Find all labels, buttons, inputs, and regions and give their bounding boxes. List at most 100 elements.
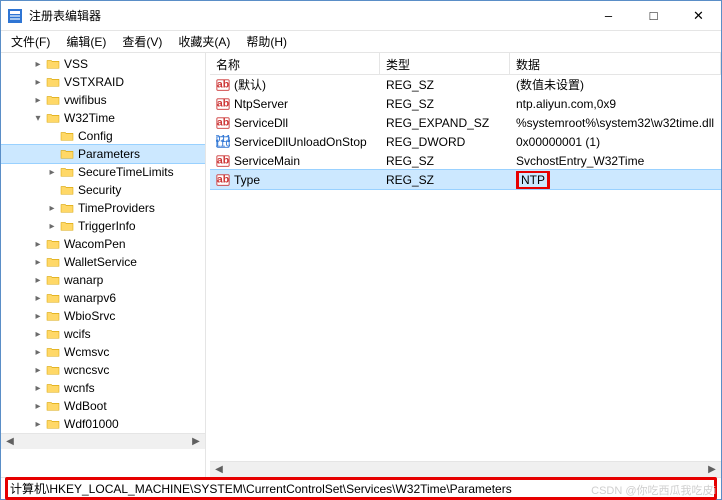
value-name: (默认): [234, 76, 266, 93]
tree-node[interactable]: ▸Wdf01000: [1, 415, 205, 433]
tree-node[interactable]: ▸VSS: [1, 55, 205, 73]
chevron-down-icon[interactable]: ▾: [31, 113, 45, 124]
status-path: 计算机\HKEY_LOCAL_MACHINE\SYSTEM\CurrentCon…: [5, 477, 717, 500]
tree-node[interactable]: ▸ wanarp: [1, 271, 205, 289]
chevron-right-icon[interactable]: ▸: [31, 383, 45, 394]
tree-node[interactable]: ▸WbioSrvc: [1, 307, 205, 325]
main-area: ▸VSS▸VSTXRAID▸vwifibus ▾ W32Time Config Para…: [1, 53, 721, 477]
tree-node-label: WalletService: [64, 255, 137, 269]
value-data: SvchostEntry_W32Time: [510, 153, 721, 169]
list-body[interactable]: ab(默认)REG_SZ(数值未设置)abNtpServerREG_SZntp.…: [210, 75, 721, 461]
scroll-left-icon[interactable]: ◀: [212, 464, 226, 475]
chevron-right-icon[interactable]: ▸: [31, 347, 45, 358]
chevron-right-icon[interactable]: ▸: [31, 293, 45, 304]
tree-node-label: W32Time: [64, 111, 115, 125]
app-icon: [7, 8, 23, 24]
chevron-right-icon[interactable]: ▸: [31, 419, 45, 430]
tree-node-label: Parameters: [78, 147, 140, 161]
folder-icon: [59, 219, 75, 233]
value-type: REG_SZ: [380, 153, 510, 169]
tree-node[interactable]: ▸ wanarpv6: [1, 289, 205, 307]
reg-string-icon: ab: [216, 154, 230, 168]
tree-node[interactable]: Parameters: [1, 145, 205, 163]
tree-node[interactable]: ▸SecureTimeLimits: [1, 163, 205, 181]
tree-node[interactable]: Security: [1, 181, 205, 199]
tree-horizontal-scrollbar[interactable]: ◀ ▶: [1, 433, 205, 449]
folder-icon: [45, 57, 61, 71]
chevron-right-icon[interactable]: ▸: [45, 203, 59, 214]
chevron-right-icon[interactable]: ▸: [31, 311, 45, 322]
chevron-right-icon[interactable]: ▸: [31, 365, 45, 376]
tree-node[interactable]: ▸ TimeProviders: [1, 199, 205, 217]
close-button[interactable]: ✕: [676, 1, 721, 30]
folder-icon: [45, 381, 61, 395]
tree-node[interactable]: ▸VSTXRAID: [1, 73, 205, 91]
list-row[interactable]: ab(默认)REG_SZ(数值未设置): [210, 75, 721, 94]
svg-text:ab: ab: [217, 116, 229, 128]
tree-node[interactable]: ▸wcncsvc: [1, 361, 205, 379]
scroll-right-icon[interactable]: ▶: [705, 464, 719, 475]
tree-node-label: wanarp: [64, 273, 103, 287]
chevron-right-icon[interactable]: ▸: [31, 95, 45, 106]
folder-icon: [59, 183, 75, 197]
svg-text:ab: ab: [217, 173, 229, 185]
value-type: REG_DWORD: [380, 134, 510, 150]
tree-pane[interactable]: ▸VSS▸VSTXRAID▸vwifibus ▾ W32Time Config Para…: [1, 53, 206, 477]
menu-help[interactable]: 帮助(H): [240, 31, 293, 52]
list-row[interactable]: 011110ServiceDllUnloadOnStopREG_DWORD0x0…: [210, 132, 721, 151]
maximize-button[interactable]: □: [631, 1, 676, 30]
list-row[interactable]: abNtpServerREG_SZntp.aliyun.com,0x9: [210, 94, 721, 113]
tree-node[interactable]: ▸vwifibus: [1, 91, 205, 109]
folder-icon: [59, 201, 75, 215]
folder-icon: [45, 309, 61, 323]
tree-node[interactable]: ▸ WalletService: [1, 253, 205, 271]
svg-text:ab: ab: [217, 97, 229, 109]
chevron-right-icon[interactable]: ▸: [31, 239, 45, 250]
chevron-right-icon[interactable]: ▸: [31, 275, 45, 286]
chevron-right-icon[interactable]: ▸: [31, 59, 45, 70]
folder-icon: [45, 75, 61, 89]
col-header-data[interactable]: 数据: [510, 53, 721, 74]
chevron-right-icon[interactable]: ▸: [31, 329, 45, 340]
scroll-right-icon[interactable]: ▶: [189, 436, 203, 447]
value-data: ntp.aliyun.com,0x9: [510, 96, 721, 112]
menu-file[interactable]: 文件(F): [5, 31, 56, 52]
tree-node-label: wanarpv6: [64, 291, 116, 305]
chevron-right-icon[interactable]: ▸: [31, 77, 45, 88]
tree-node[interactable]: ▸wcnfs: [1, 379, 205, 397]
menu-edit[interactable]: 编辑(E): [60, 31, 112, 52]
tree-node[interactable]: ▸TriggerInfo: [1, 217, 205, 235]
tree-node[interactable]: Config: [1, 127, 205, 145]
list-row[interactable]: abServiceMainREG_SZSvchostEntry_W32Time: [210, 151, 721, 170]
chevron-right-icon[interactable]: ▸: [31, 401, 45, 412]
tree-node-label: Security: [78, 183, 121, 197]
value-name: NtpServer: [234, 97, 288, 111]
chevron-right-icon[interactable]: ▸: [45, 221, 59, 232]
tree-node[interactable]: ▸Wcmsvc: [1, 343, 205, 361]
folder-icon: [45, 255, 61, 269]
tree-node-label: Config: [78, 129, 113, 143]
col-header-type[interactable]: 类型: [380, 53, 510, 74]
svg-text:ab: ab: [217, 154, 229, 166]
svg-text:110: 110: [216, 137, 230, 149]
chevron-right-icon[interactable]: ▸: [31, 257, 45, 268]
list-horizontal-scrollbar[interactable]: ◀ ▶: [210, 461, 721, 477]
list-pane: 名称 类型 数据 ab(默认)REG_SZ(数值未设置)abNtpServerR…: [210, 53, 721, 477]
menu-view[interactable]: 查看(V): [116, 31, 168, 52]
chevron-right-icon[interactable]: ▸: [45, 167, 59, 178]
menu-favorites[interactable]: 收藏夹(A): [172, 31, 236, 52]
tree-node[interactable]: ▸WacomPen: [1, 235, 205, 253]
col-header-name[interactable]: 名称: [210, 53, 380, 74]
registry-tree[interactable]: ▸VSS▸VSTXRAID▸vwifibus ▾ W32Time Config Para…: [1, 55, 205, 433]
tree-node[interactable]: ▸wcifs: [1, 325, 205, 343]
tree-node-label: TimeProviders: [78, 201, 155, 215]
menu-bar: 文件(F) 编辑(E) 查看(V) 收藏夹(A) 帮助(H): [1, 31, 721, 53]
list-row[interactable]: abServiceDllREG_EXPAND_SZ%systemroot%\sy…: [210, 113, 721, 132]
tree-node[interactable]: ▸WdBoot: [1, 397, 205, 415]
minimize-button[interactable]: –: [586, 1, 631, 30]
tree-node[interactable]: ▾ W32Time: [1, 109, 205, 127]
list-row[interactable]: abTypeREG_SZNTP: [210, 170, 721, 189]
reg-string-icon: ab: [216, 78, 230, 92]
folder-icon: [45, 327, 61, 341]
scroll-left-icon[interactable]: ◀: [3, 436, 17, 447]
